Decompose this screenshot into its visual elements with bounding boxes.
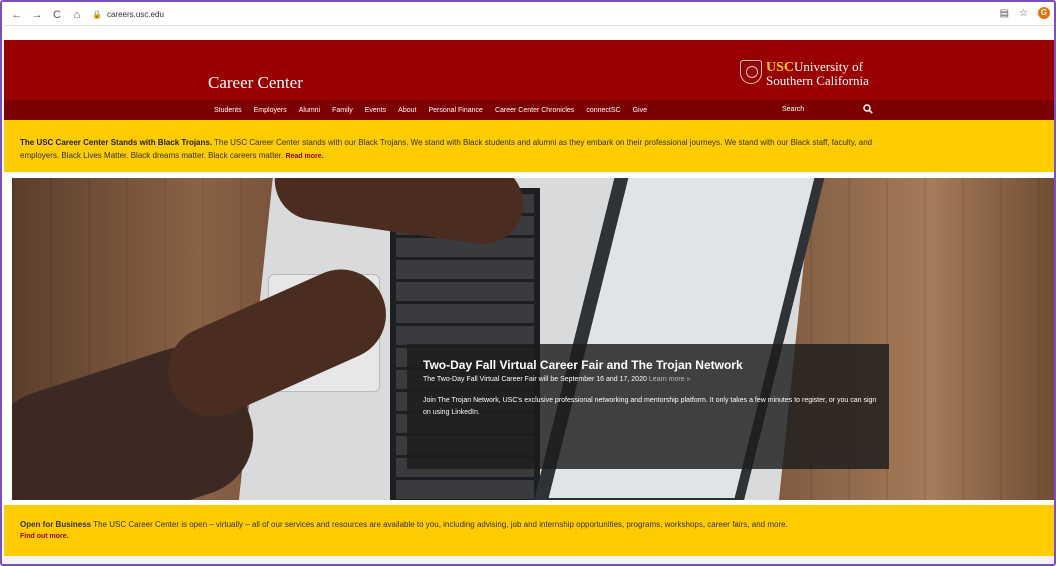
nav-events[interactable]: Events xyxy=(365,107,386,114)
search-icon[interactable] xyxy=(862,104,874,116)
usc-logo[interactable]: USCUniversity of Southern California xyxy=(740,60,869,87)
announcement-text-2: employers. Black Lives Matter. Black dre… xyxy=(20,151,286,160)
address-bar[interactable]: 🔒 careers.usc.edu xyxy=(92,7,164,23)
bookmark-star-icon[interactable]: ☆ xyxy=(1019,8,1028,19)
logo-wordmark: USCUniversity of Southern California xyxy=(766,60,869,87)
open-for-business-banner: Open for Business The USC Career Center … xyxy=(4,505,1054,556)
nav-family[interactable]: Family xyxy=(332,107,353,114)
profile-avatar[interactable]: G xyxy=(1038,7,1050,19)
logo-line2: Southern California xyxy=(766,73,869,88)
notice-text: The USC Career Center is open – virtuall… xyxy=(91,520,788,529)
nav-chronicles[interactable]: Career Center Chronicles xyxy=(495,107,574,114)
hero-image: Two-Day Fall Virtual Career Fair and The… xyxy=(12,178,1054,500)
announcement-text: The USC Career Center stands with our Bl… xyxy=(212,138,873,147)
page-footer-strip xyxy=(4,556,1054,564)
reader-mode-icon[interactable]: ▤ xyxy=(1000,8,1009,19)
site-title[interactable]: Career Center xyxy=(208,73,303,93)
hero-body: Join The Trojan Network, USC's exclusive… xyxy=(423,397,877,416)
nav-about[interactable]: About xyxy=(398,107,416,114)
browser-toolbar: ← → C ⌂ 🔒 careers.usc.edu ▤ ☆ G xyxy=(4,4,1054,26)
nav-personal-finance[interactable]: Personal Finance xyxy=(428,107,482,114)
hero-title[interactable]: Two-Day Fall Virtual Career Fair and The… xyxy=(423,358,875,373)
announcement-banner: The USC Career Center Stands with Black … xyxy=(4,120,1054,172)
browser-actions: ▤ ☆ G xyxy=(1000,7,1050,19)
learn-more-link[interactable]: Learn more » xyxy=(649,376,691,383)
browser-window: ← → C ⌂ 🔒 careers.usc.edu ▤ ☆ G Career C… xyxy=(0,0,1056,566)
nav-employers[interactable]: Employers xyxy=(254,107,287,114)
main-nav: Students Employers Alumni Family Events … xyxy=(4,100,1054,120)
notice-heading: Open for Business xyxy=(20,520,92,529)
nav-links: Students Employers Alumni Family Events … xyxy=(214,100,647,120)
nav-give[interactable]: Give xyxy=(633,107,647,114)
forward-icon[interactable]: → xyxy=(30,8,44,22)
nav-connectsc[interactable]: connectSC xyxy=(586,107,620,114)
site-header: Career Center USCUniversity of Southern … xyxy=(4,40,1054,100)
search-input[interactable]: Search xyxy=(782,106,804,113)
read-more-link[interactable]: Read more. xyxy=(285,153,323,160)
find-out-more-link[interactable]: Find out more. xyxy=(20,533,69,540)
logo-line1: University of xyxy=(794,59,863,74)
hero-subtitle: The Two-Day Fall Virtual Career Fair wil… xyxy=(423,375,875,385)
home-icon[interactable]: ⌂ xyxy=(70,8,84,22)
hero-date-text: The Two-Day Fall Virtual Career Fair wil… xyxy=(423,376,649,383)
nav-alumni[interactable]: Alumni xyxy=(299,107,320,114)
back-icon[interactable]: ← xyxy=(10,8,24,22)
usc-seal-icon xyxy=(740,60,762,84)
announcement-heading: The USC Career Center Stands with Black … xyxy=(20,138,213,147)
lock-icon: 🔒 xyxy=(92,10,102,19)
nav-students[interactable]: Students xyxy=(214,107,242,114)
reload-icon[interactable]: C xyxy=(50,8,64,22)
url-text[interactable]: careers.usc.edu xyxy=(107,10,164,19)
hero-caption: Two-Day Fall Virtual Career Fair and The… xyxy=(407,344,889,469)
